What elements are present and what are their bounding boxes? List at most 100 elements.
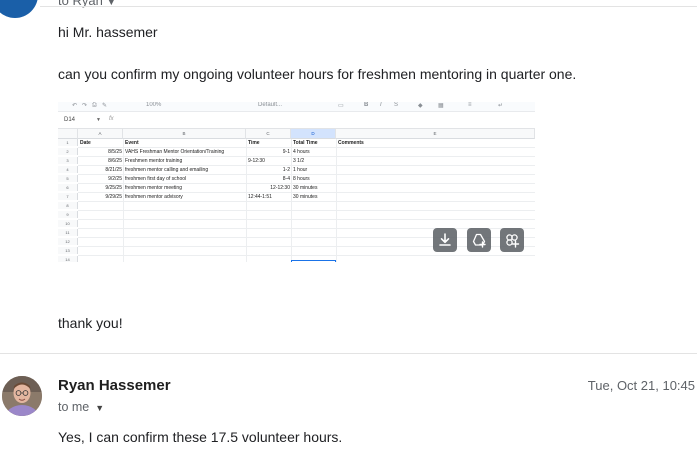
gridline bbox=[78, 174, 535, 175]
gridline bbox=[78, 147, 535, 148]
row-header: 4 bbox=[58, 166, 78, 174]
header-date: Date bbox=[80, 140, 91, 146]
cell-time: 8-4 bbox=[282, 176, 290, 182]
gridline bbox=[78, 219, 535, 220]
gridline bbox=[78, 255, 535, 256]
row-header: 6 bbox=[58, 184, 78, 192]
cell-time: 9-1 bbox=[282, 149, 290, 155]
fill-color-icon: ◆ bbox=[418, 103, 423, 109]
message-request: can you confirm my ongoing volunteer hou… bbox=[58, 66, 577, 82]
italic-icon: I bbox=[380, 102, 382, 108]
recipient-line: to me bbox=[58, 400, 90, 414]
column-header-a: A bbox=[78, 129, 123, 139]
cell-time: 1-2 bbox=[282, 167, 290, 173]
cell-date: 9/2/25 bbox=[108, 176, 122, 182]
row-header: 11 bbox=[58, 229, 78, 237]
font-select: Default... bbox=[258, 102, 283, 108]
gridline bbox=[246, 139, 247, 262]
save-to-drive-button[interactable] bbox=[467, 228, 491, 252]
header-total-time: Total Time bbox=[293, 140, 318, 146]
formula-icon: fx bbox=[109, 116, 114, 122]
cell-total: 3 1/2 bbox=[293, 158, 305, 164]
wrap-icon: ↵ bbox=[498, 103, 504, 109]
message-greeting: hi Mr. hassemer bbox=[58, 24, 158, 40]
bold-icon: B bbox=[364, 102, 369, 108]
row-header: 5 bbox=[58, 175, 78, 183]
message-timestamp: Tue, Oct 21, 10:45 bbox=[587, 378, 695, 393]
column-header-d: D bbox=[291, 129, 336, 139]
chevron-down-icon: ▼ bbox=[96, 117, 101, 123]
gridline bbox=[336, 139, 337, 262]
cell-date: 9/29/25 bbox=[105, 194, 122, 200]
selected-cell bbox=[291, 260, 336, 262]
cell-event: freshmen mentor meeting bbox=[125, 185, 182, 191]
download-button[interactable] bbox=[433, 228, 457, 252]
gridline bbox=[78, 210, 535, 211]
gridline bbox=[78, 156, 535, 157]
avatar[interactable] bbox=[2, 376, 42, 416]
column-header-b: B bbox=[123, 129, 246, 139]
row-header: 2 bbox=[58, 148, 78, 156]
gridline bbox=[291, 139, 292, 262]
column-header-c: C bbox=[246, 129, 291, 139]
cell-event: VAHS Freshman Mentor Orientation/Trainin… bbox=[125, 149, 225, 155]
sheet-toolbar: ↶ ↷ ⎙ ✎ 100% Default... ▭ B I S ◆ ▦ ≡ ↵ bbox=[58, 102, 535, 112]
zoom-select: 100% bbox=[146, 102, 162, 108]
cell-total: 4 hours bbox=[293, 149, 310, 155]
message-divider bbox=[0, 353, 697, 354]
cell-date: 8/6/25 bbox=[108, 158, 122, 164]
cell-date: 8/21/25 bbox=[105, 167, 122, 173]
message-closing: thank you! bbox=[58, 315, 123, 331]
row-header: 3 bbox=[58, 157, 78, 165]
recipient-details-toggle[interactable]: to me ▼ bbox=[58, 400, 104, 414]
cell-time: 12:44-1:51 bbox=[248, 194, 272, 200]
redo-icon: ↷ bbox=[82, 103, 88, 109]
cell-event: freshmen mentor calling and emailing bbox=[125, 167, 209, 173]
paint-format-icon: ✎ bbox=[102, 103, 108, 109]
row-header: 12 bbox=[58, 238, 78, 246]
cell-event: freshmen mentor advisory bbox=[125, 194, 183, 200]
print-icon: ⎙ bbox=[92, 102, 97, 108]
gridline bbox=[78, 228, 535, 229]
row-header: 9 bbox=[58, 211, 78, 219]
strikethrough-icon: S bbox=[394, 102, 399, 108]
add-to-photos-icon bbox=[506, 234, 520, 248]
row-header: 1 bbox=[58, 139, 78, 147]
formula-bar: D14 ▼ fx bbox=[58, 112, 535, 129]
cell-total: 30 minutes bbox=[293, 194, 318, 200]
header-comments: Comments bbox=[338, 140, 364, 146]
add-to-photos-button[interactable] bbox=[500, 228, 524, 252]
header-divider bbox=[40, 6, 697, 7]
gridline bbox=[78, 192, 535, 193]
cell-date: 9/25/25 bbox=[105, 185, 122, 191]
chevron-down-icon: ▼ bbox=[95, 403, 105, 413]
gridline bbox=[78, 165, 535, 166]
header-time: Time bbox=[248, 140, 260, 146]
cell-total: 1 hour bbox=[293, 167, 308, 173]
row-header: 14 bbox=[58, 256, 78, 262]
select-all-corner bbox=[58, 129, 78, 139]
row-header: 7 bbox=[58, 193, 78, 201]
align-icon: ≡ bbox=[468, 102, 472, 108]
sender-avatar-top[interactable] bbox=[0, 0, 38, 18]
cell-date: 8/5/25 bbox=[108, 149, 122, 155]
name-box: D14 bbox=[64, 117, 76, 123]
gridline bbox=[123, 139, 124, 262]
cell-event: Freshmen mentor training bbox=[125, 158, 183, 164]
spreadsheet-image[interactable]: ↶ ↷ ⎙ ✎ 100% Default... ▭ B I S ◆ ▦ ≡ ↵ … bbox=[58, 102, 535, 262]
save-to-drive-icon bbox=[472, 233, 486, 248]
cell-total: 30 minutes bbox=[293, 185, 318, 191]
gridline bbox=[78, 183, 535, 184]
sender-name[interactable]: Ryan Hassemer bbox=[58, 377, 171, 394]
borders-icon: ▦ bbox=[438, 103, 444, 109]
cell-total: 8 hours bbox=[293, 176, 310, 182]
row-header: 8 bbox=[58, 202, 78, 210]
reply-body: Yes, I can confirm these 17.5 volunteer … bbox=[58, 429, 343, 445]
profile-photo bbox=[2, 376, 42, 416]
download-icon bbox=[439, 233, 451, 246]
row-header: 13 bbox=[58, 247, 78, 255]
row-header: 10 bbox=[58, 220, 78, 228]
cell-event: freshmen first day of school bbox=[125, 176, 187, 182]
header-event: Event bbox=[125, 140, 139, 146]
font-size-box: ▭ bbox=[338, 103, 344, 109]
